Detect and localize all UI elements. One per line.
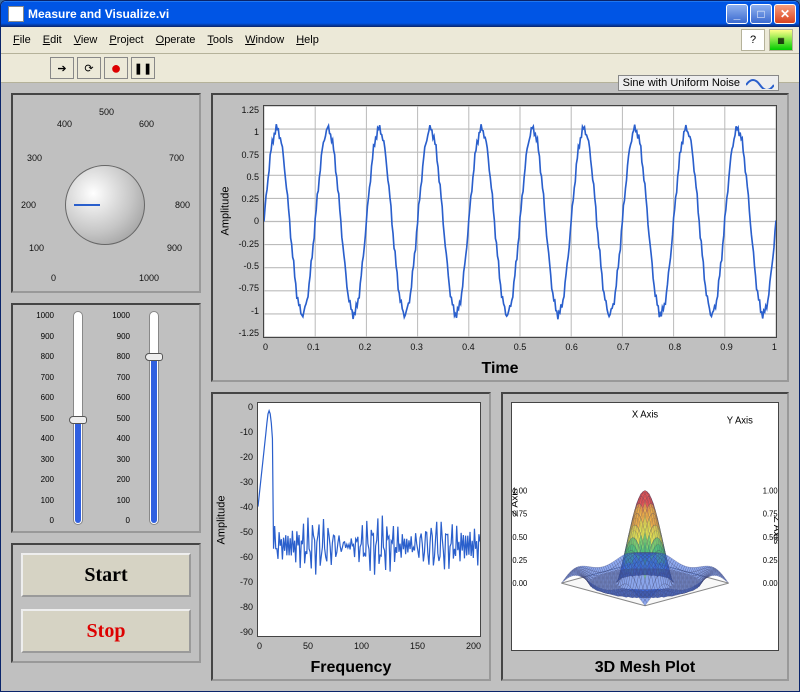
legend[interactable]: Sine with Uniform Noise	[618, 75, 779, 91]
controls-column: 0 100 200 300 400 500 600 700 800 900 10…	[11, 93, 201, 681]
maximize-button[interactable]: □	[750, 4, 772, 24]
close-button[interactable]: ✕	[774, 4, 796, 24]
vertical-slider-right[interactable]: 0 100 200 300 400 500 600 700 800 900 10…	[132, 311, 176, 525]
help-icon[interactable]: ?	[741, 29, 765, 51]
slider-ticklabels: 0 100 200 300 400 500 600 700 800 900 10…	[108, 311, 130, 525]
svg-text:X Axis: X Axis	[632, 409, 658, 420]
time-chart-panel: Sine with Uniform Noise Amplitude -1.25-…	[211, 93, 789, 382]
frequency-chart-panel: Amplitude -90-80-70-60-50-40-30-20-100 0…	[211, 392, 491, 681]
freq-ylabel: Amplitude	[215, 496, 227, 545]
svg-text:0.00: 0.00	[512, 579, 527, 588]
dial-knob[interactable]	[65, 165, 145, 245]
time-title: Time	[213, 360, 787, 378]
menubar: File Edit View Project Operate Tools Win…	[1, 27, 799, 54]
dial-tick: 600	[139, 119, 154, 129]
legend-label: Sine with Uniform Noise	[623, 77, 740, 89]
dial-tick: 700	[169, 153, 184, 163]
slider-track[interactable]	[149, 311, 159, 525]
slider-thumb[interactable]	[69, 416, 87, 424]
time-plot[interactable]	[263, 105, 777, 338]
dial-tick: 0	[51, 273, 56, 283]
svg-text:1.00: 1.00	[512, 486, 527, 495]
dial-tick: 500	[99, 107, 114, 117]
time-xticks: 00.10.20.30.40.50.60.70.80.91	[263, 342, 777, 352]
app-icon	[8, 6, 24, 22]
dial-tick: 200	[21, 200, 36, 210]
minimize-button[interactable]: _	[726, 4, 748, 24]
svg-text:1.00: 1.00	[763, 486, 778, 495]
svg-text:0.50: 0.50	[763, 533, 778, 542]
app-window: Measure and Visualize.vi _ □ ✕ File Edit…	[0, 0, 800, 692]
window-title: Measure and Visualize.vi	[28, 7, 726, 21]
dial-frame: 0 100 200 300 400 500 600 700 800 900 10…	[11, 93, 201, 293]
slider-ticklabels: 0 100 200 300 400 500 600 700 800 900 10…	[32, 311, 54, 525]
menu-view[interactable]: View	[68, 32, 104, 48]
freq-plot[interactable]	[257, 402, 481, 637]
run-continuously-button[interactable]: ⟳	[77, 57, 101, 79]
freq-xticks: 050100150200	[257, 641, 481, 651]
legend-sample-icon	[746, 77, 774, 89]
mesh-title: 3D Mesh Plot	[503, 659, 787, 677]
start-button[interactable]: Start	[21, 553, 191, 597]
menu-file[interactable]: File	[7, 32, 37, 48]
freq-title: Frequency	[213, 659, 489, 677]
dial-tick: 800	[175, 200, 190, 210]
menu-operate[interactable]: Operate	[150, 32, 202, 48]
svg-text:0.25: 0.25	[512, 556, 527, 565]
front-panel: 0 100 200 300 400 500 600 700 800 900 10…	[1, 83, 799, 691]
svg-text:Y Axis: Y Axis	[727, 415, 753, 426]
slider-thumb[interactable]	[145, 353, 163, 361]
freq-yticks: -90-80-70-60-50-40-30-20-100	[231, 402, 253, 637]
svg-text:0.25: 0.25	[763, 556, 778, 565]
menu-help[interactable]: Help	[290, 32, 325, 48]
menu-edit[interactable]: Edit	[37, 32, 68, 48]
time-ylabel: Amplitude	[219, 187, 231, 236]
pause-button[interactable]: ❚❚	[131, 57, 155, 79]
run-button[interactable]: ➔	[50, 57, 74, 79]
svg-text:0.50: 0.50	[512, 533, 527, 542]
stop-button[interactable]: Stop	[21, 609, 191, 653]
dial-tick: 900	[167, 243, 182, 253]
dial-indicator	[74, 204, 100, 206]
sliders-frame: 0 100 200 300 400 500 600 700 800 900 10…	[11, 303, 201, 533]
dial-tick: 300	[27, 153, 42, 163]
mesh-plot[interactable]: X AxisY AxisZ AxisZ Axis0.000.000.250.25…	[511, 402, 779, 651]
dial-tick: 400	[57, 119, 72, 129]
svg-text:0.75: 0.75	[512, 509, 527, 518]
slider-track[interactable]	[73, 311, 83, 525]
time-yticks: -1.25-1-0.75-0.5-0.2500.250.50.7511.25	[233, 105, 259, 338]
buttons-frame: Start Stop	[11, 543, 201, 663]
vi-icon[interactable]: ▦	[769, 29, 793, 51]
mesh-chart-panel: X AxisY AxisZ AxisZ Axis0.000.000.250.25…	[501, 392, 789, 681]
vertical-slider-left[interactable]: 0 100 200 300 400 500 600 700 800 900 10…	[56, 311, 100, 525]
dial-tick: 100	[29, 243, 44, 253]
abort-button[interactable]: ●	[104, 57, 128, 79]
svg-text:0.00: 0.00	[763, 579, 778, 588]
menu-window[interactable]: Window	[239, 32, 290, 48]
menu-tools[interactable]: Tools	[201, 32, 239, 48]
menu-project[interactable]: Project	[103, 32, 149, 48]
svg-text:0.75: 0.75	[763, 509, 778, 518]
titlebar: Measure and Visualize.vi _ □ ✕	[1, 1, 799, 27]
dial-tick: 1000	[139, 273, 159, 283]
